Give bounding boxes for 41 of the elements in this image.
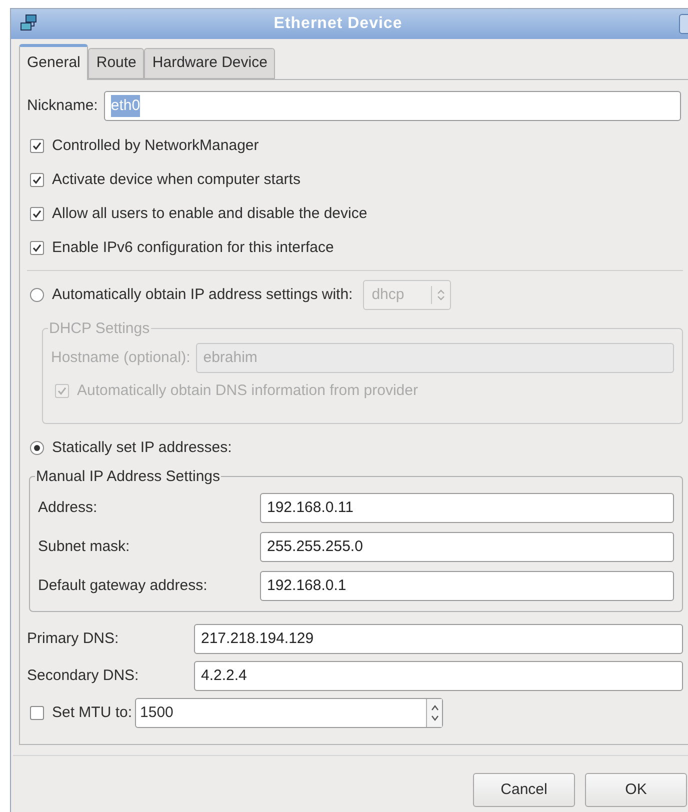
address-field[interactable]: 192.168.0.11 [260,493,674,523]
dialog-button[interactable]: Cancel [473,773,575,807]
field-label: Primary DNS: [27,628,120,649]
checkbox[interactable] [30,207,44,221]
radio-button[interactable] [30,288,44,302]
tab[interactable]: Route [88,48,144,79]
checkbox[interactable] [30,706,44,720]
checkmark-icon [32,243,42,253]
field-label: Secondary DNS: [27,666,140,686]
checkmark-icon [32,175,42,185]
window-title: Ethernet Device [272,14,404,34]
field-label: Address: [38,498,98,518]
checkbox[interactable] [30,241,44,255]
radio-label: Automatically obtain IP address settings with: [52,284,353,305]
dialog-button[interactable]: OK [585,773,687,807]
checkmark-icon [32,141,42,151]
checkbox[interactable] [30,139,44,153]
address-field[interactable]: 192.168.0.1 [260,571,674,601]
checkbox-label: Allow all users to enable and disable the device [52,204,368,224]
field-label: Nickname: [27,96,98,116]
tab[interactable]: General [19,44,88,80]
checkbox-label: Enable IPv6 configuration for this interface [52,238,334,258]
field-label: Default gateway address: [38,576,208,596]
checkbox-label: Activate device when computer starts [52,170,300,190]
checkbox-label: Set MTU to: [52,702,132,723]
mtu-spin-field[interactable]: 1500 [135,698,444,728]
checkmark-icon [57,386,67,396]
checkbox[interactable] [30,173,44,187]
radio-button[interactable] [30,441,44,455]
dns-field[interactable]: 4.2.2.4 [194,661,683,691]
field-label: Hostname (optional): [51,348,190,368]
radio-label: Statically set IP addresses: [52,438,232,458]
checkbox-label: Controlled by NetworkManager [52,136,259,156]
checkbox-label: Automatically obtain DNS information from provider [77,380,418,401]
dns-field[interactable]: 217.218.194.129 [194,624,683,654]
spin-arrows-icon [430,704,439,722]
checkmark-icon [32,209,42,219]
field-label: Subnet mask: [38,536,131,557]
tab[interactable]: Hardware Device [144,48,276,79]
address-field[interactable]: 255.255.255.0 [260,532,674,562]
spin-arrows-icon [436,289,445,301]
